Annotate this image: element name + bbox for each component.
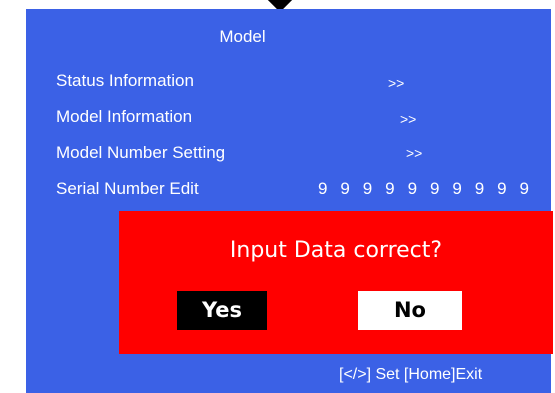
no-button[interactable]: No xyxy=(358,291,462,330)
confirm-dialog: Input Data correct? Yes No xyxy=(119,211,553,354)
osd-menu-panel: Model Status Information >> Model Inform… xyxy=(26,9,553,393)
serial-digit: 9 xyxy=(362,179,373,198)
submenu-arrow-icon: >> xyxy=(406,145,423,161)
menu-item-label: Model Information xyxy=(56,107,193,126)
serial-digit: 9 xyxy=(429,179,440,198)
serial-digit: 9 xyxy=(407,179,418,198)
submenu-arrow-icon: >> xyxy=(388,75,405,91)
serial-digit: 9 xyxy=(519,179,529,198)
serial-number-value[interactable]: 9999999999 xyxy=(318,179,542,199)
menu-item-label: Status Information xyxy=(56,71,194,90)
submenu-arrow-icon: >> xyxy=(400,111,417,127)
serial-digit: 9 xyxy=(318,179,328,198)
serial-digit: 9 xyxy=(340,179,350,198)
menu-title: Model xyxy=(219,27,266,46)
menu-item-label: Model Number Setting xyxy=(56,143,226,162)
serial-digit: 9 xyxy=(474,179,485,198)
serial-digit: 9 xyxy=(497,179,507,198)
serial-digit: 9 xyxy=(452,179,462,198)
dialog-message: Input Data correct? xyxy=(229,238,443,263)
serial-digit: 9 xyxy=(385,179,395,198)
footer-hint: [</>] Set [Home]Exit xyxy=(339,366,483,383)
menu-item-label: Serial Number Edit xyxy=(56,179,199,198)
yes-button[interactable]: Yes xyxy=(177,291,267,330)
